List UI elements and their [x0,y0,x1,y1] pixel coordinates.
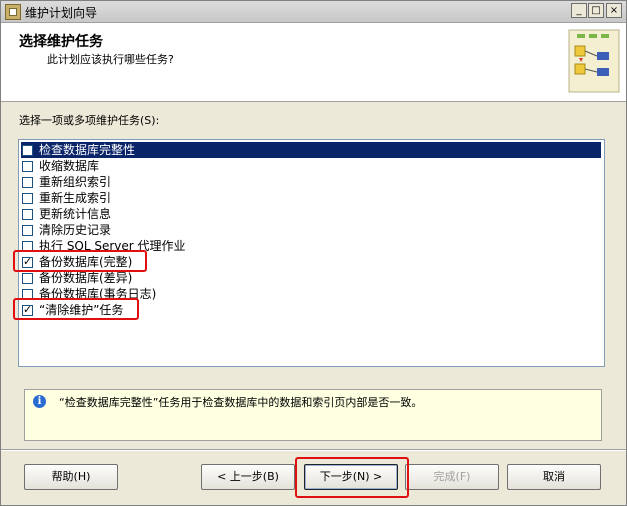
wizard-header: 选择维护任务 此计划应该执行哪些任务? [1,23,626,102]
task-label: 清除历史记录 [39,223,112,237]
task-item-agent-job[interactable]: 执行 SQL Server 代理作业 [21,238,601,254]
minimize-button[interactable]: _ [571,3,587,18]
footer-divider [1,449,626,451]
task-description-panel: i “检查数据库完整性”任务用于检查数据库中的数据和索引页内部是否一致。 [24,389,602,441]
task-checkbox[interactable] [22,303,33,316]
task-label: “清除维护”任务 [39,303,124,317]
task-item-update-statistics[interactable]: 更新统计信息 [21,206,601,222]
task-label: 检查数据库完整性 [38,143,137,157]
finish-button[interactable]: 完成(F) [405,464,499,490]
task-label: 执行 SQL Server 代理作业 [39,239,186,253]
task-label: 重新生成索引 [39,191,112,205]
task-item-backup-differential[interactable]: 备份数据库(差异) [21,270,601,286]
task-checkbox[interactable] [22,161,33,172]
title-bar[interactable]: 维护计划向导 _ □ × [1,1,626,23]
maintenance-task-list[interactable]: 检查数据库完整性 收缩数据库 重新组织索引 重新生成索引 更新统计信息 清除历史… [18,139,605,367]
page-subtitle: 此计划应该执行哪些任务? [47,53,174,66]
task-label: 重新组织索引 [39,175,112,189]
task-item-rebuild-index[interactable]: 重新生成索引 [21,190,601,206]
task-item-backup-transaction-log[interactable]: 备份数据库(事务日志) [21,286,601,302]
wizard-graphic-icon [568,29,620,93]
task-label: 备份数据库(差异) [39,271,133,285]
cancel-button[interactable]: 取消 [507,464,601,490]
task-list-label: 选择一项或多项维护任务(S): [19,114,160,127]
task-description-text: “检查数据库完整性”任务用于检查数据库中的数据和索引页内部是否一致。 [59,396,423,409]
task-checkbox[interactable] [22,289,33,300]
maximize-button[interactable]: □ [588,3,604,18]
task-label: 备份数据库(事务日志) [39,287,157,301]
task-checkbox[interactable] [22,225,33,236]
task-checkbox[interactable] [22,209,33,220]
task-checkbox[interactable] [22,177,33,188]
task-item-cleanup-history[interactable]: 清除历史记录 [21,222,601,238]
close-button[interactable]: × [606,3,622,18]
back-button[interactable]: < 上一步(B) [201,464,295,490]
task-label: 备份数据库(完整) [39,255,133,269]
app-icon [5,4,21,20]
window-title: 维护计划向导 [25,6,98,20]
task-item-shrink-database[interactable]: 收缩数据库 [21,158,601,174]
task-label: 收缩数据库 [39,159,100,173]
task-checkbox[interactable] [22,255,33,268]
task-checkbox[interactable] [22,241,33,252]
maintenance-plan-wizard-window: 维护计划向导 _ □ × 选择维护任务 此计划应该执行哪些任务? 选择一项或多项… [0,0,627,506]
task-label: 更新统计信息 [39,207,112,221]
page-title: 选择维护任务 [19,34,103,50]
help-button[interactable]: 帮助(H) [24,464,118,490]
task-item-reorganize-index[interactable]: 重新组织索引 [21,174,601,190]
task-item-maintenance-cleanup[interactable]: “清除维护”任务 [21,302,601,318]
next-button[interactable]: 下一步(N) > [304,464,398,490]
task-item-backup-full[interactable]: 备份数据库(完整) [21,254,601,270]
task-item-check-integrity[interactable]: 检查数据库完整性 [21,142,601,158]
task-checkbox[interactable] [22,273,33,284]
task-checkbox[interactable] [22,145,33,156]
info-icon: i [33,395,46,408]
task-checkbox[interactable] [22,193,33,204]
